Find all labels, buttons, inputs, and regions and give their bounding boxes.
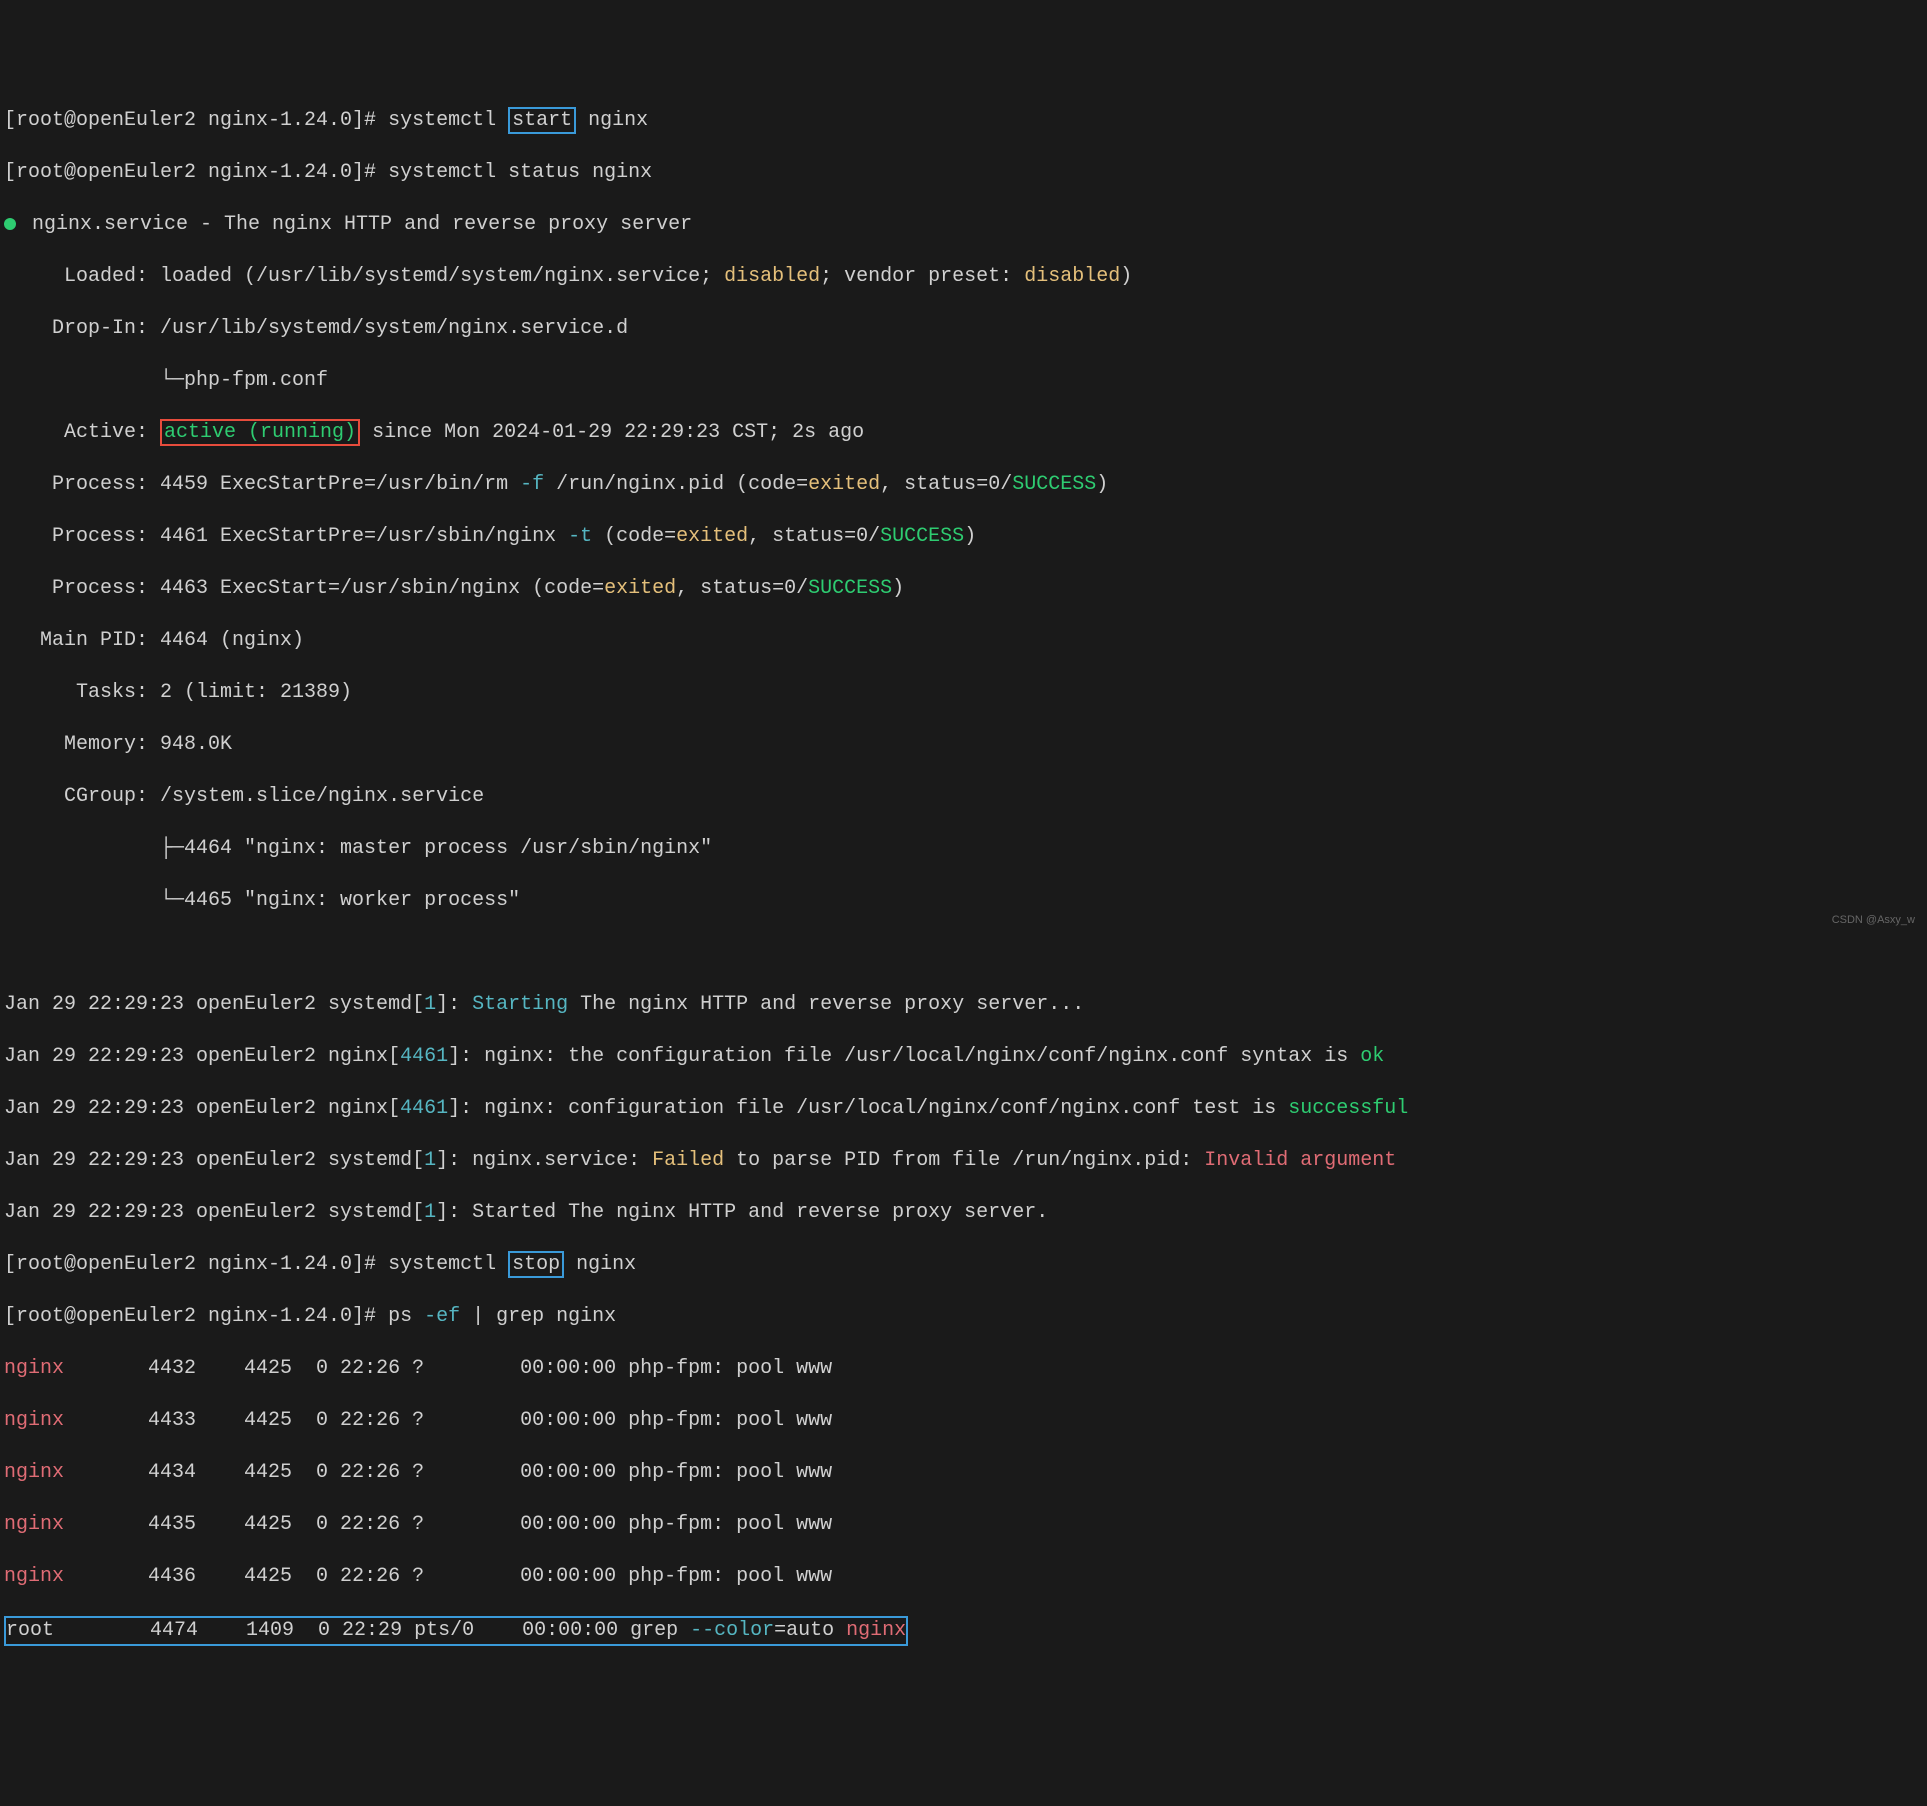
ps-row-4: nginx 4435 4425 0 22:26 ? 00:00:00 php-f… bbox=[4, 1512, 1923, 1538]
loaded-line: Loaded: loaded (/usr/lib/systemd/system/… bbox=[4, 264, 1923, 290]
main-pid-line: Main PID: 4464 (nginx) bbox=[4, 628, 1923, 654]
highlight-grep-row: root 4474 1409 0 22:29 pts/0 00:00:00 gr… bbox=[4, 1616, 908, 1646]
ps-row-5: nginx 4436 4425 0 22:26 ? 00:00:00 php-f… bbox=[4, 1564, 1923, 1590]
ps-row-3: nginx 4434 4425 0 22:26 ? 00:00:00 php-f… bbox=[4, 1460, 1923, 1486]
ps-row-1: nginx 4432 4425 0 22:26 ? 00:00:00 php-f… bbox=[4, 1356, 1923, 1382]
process-line-1: Process: 4459 ExecStartPre=/usr/bin/rm -… bbox=[4, 472, 1923, 498]
dropin-line-1: Drop-In: /usr/lib/systemd/system/nginx.s… bbox=[4, 316, 1923, 342]
cmd-line-2[interactable]: [root@openEuler2 nginx-1.24.0]# systemct… bbox=[4, 160, 1923, 186]
cgroup-child-2: └─4465 "nginx: worker process" bbox=[4, 888, 1923, 914]
highlight-stop: stop bbox=[508, 1251, 564, 1278]
highlight-active: active (running) bbox=[160, 419, 360, 446]
memory-line: Memory: 948.0K bbox=[4, 732, 1923, 758]
blank-line bbox=[4, 940, 1923, 966]
log-line-5: Jan 29 22:29:23 openEuler2 systemd[1]: S… bbox=[4, 1200, 1923, 1226]
ps-row-2: nginx 4433 4425 0 22:26 ? 00:00:00 php-f… bbox=[4, 1408, 1923, 1434]
cmd-line-3[interactable]: [root@openEuler2 nginx-1.24.0]# systemct… bbox=[4, 1252, 1923, 1278]
dropin-line-2: └─php-fpm.conf bbox=[4, 368, 1923, 394]
cgroup-child-1: ├─4464 "nginx: master process /usr/sbin/… bbox=[4, 836, 1923, 862]
ps-row-6: root 4474 1409 0 22:29 pts/0 00:00:00 gr… bbox=[6, 1619, 906, 1642]
cgroup-line: CGroup: /system.slice/nginx.service bbox=[4, 784, 1923, 810]
status-dot-icon bbox=[4, 218, 16, 230]
process-line-2: Process: 4461 ExecStartPre=/usr/sbin/ngi… bbox=[4, 524, 1923, 550]
log-line-2: Jan 29 22:29:23 openEuler2 nginx[4461]: … bbox=[4, 1044, 1923, 1070]
tasks-line: Tasks: 2 (limit: 21389) bbox=[4, 680, 1923, 706]
prompt: [root@openEuler2 nginx-1.24.0]# bbox=[4, 109, 388, 132]
watermark: CSDN @Asxy_w bbox=[1832, 913, 1915, 927]
cmd-line-1[interactable]: [root@openEuler2 nginx-1.24.0]# systemct… bbox=[4, 108, 1923, 134]
log-line-3: Jan 29 22:29:23 openEuler2 nginx[4461]: … bbox=[4, 1096, 1923, 1122]
service-header: nginx.service - The nginx HTTP and rever… bbox=[4, 212, 1923, 238]
process-line-3: Process: 4463 ExecStart=/usr/sbin/nginx … bbox=[4, 576, 1923, 602]
log-line-1: Jan 29 22:29:23 openEuler2 systemd[1]: S… bbox=[4, 992, 1923, 1018]
active-line: Active: active (running) since Mon 2024-… bbox=[4, 420, 1923, 446]
log-line-4: Jan 29 22:29:23 openEuler2 systemd[1]: n… bbox=[4, 1148, 1923, 1174]
cmd-line-4[interactable]: [root@openEuler2 nginx-1.24.0]# ps -ef |… bbox=[4, 1304, 1923, 1330]
highlight-start: start bbox=[508, 107, 576, 134]
